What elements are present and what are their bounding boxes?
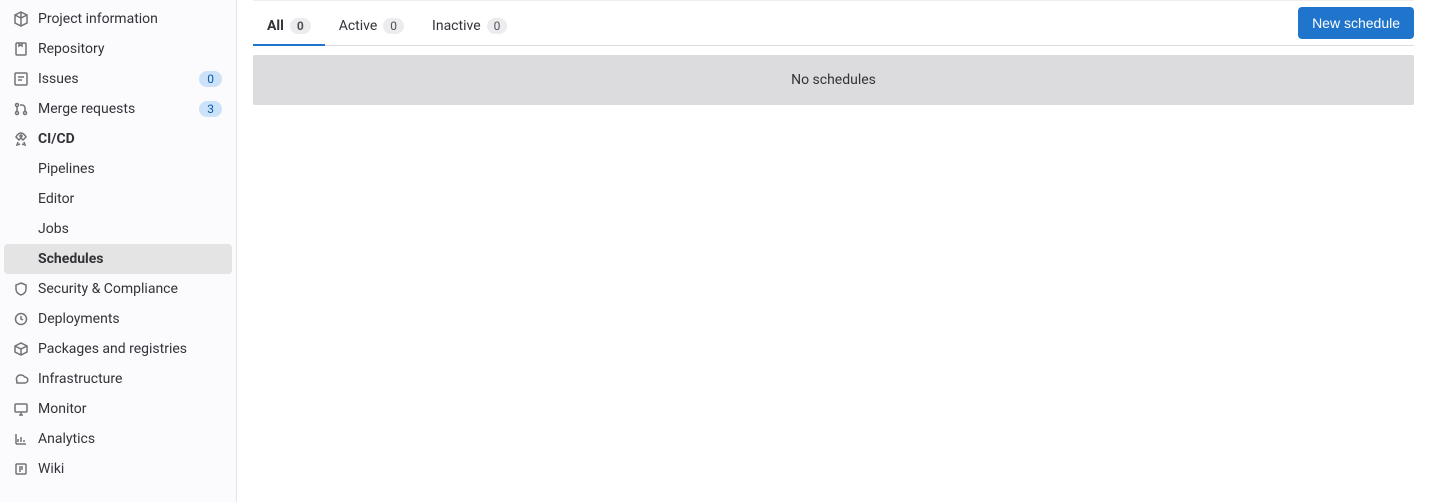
sidebar-item-repository[interactable]: Repository xyxy=(0,34,236,64)
repository-icon xyxy=(13,41,29,57)
analytics-icon xyxy=(13,431,29,447)
tab-inactive[interactable]: Inactive 0 xyxy=(418,7,521,45)
sidebar-item-label: Deployments xyxy=(38,311,222,327)
sidebar-item-security[interactable]: Security & Compliance xyxy=(0,274,236,304)
merge-requests-count-badge: 3 xyxy=(199,101,222,117)
issues-icon xyxy=(13,71,29,87)
tab-active[interactable]: Active 0 xyxy=(325,7,418,45)
tab-label: Inactive xyxy=(432,18,481,34)
sidebar-item-packages[interactable]: Packages and registries xyxy=(0,334,236,364)
sidebar-item-label: Infrastructure xyxy=(38,371,222,387)
sidebar-item-merge-requests[interactable]: Merge requests 3 xyxy=(0,94,236,124)
new-schedule-button[interactable]: New schedule xyxy=(1298,7,1414,39)
sidebar-item-monitor[interactable]: Monitor xyxy=(0,394,236,424)
sidebar-item-deployments[interactable]: Deployments xyxy=(0,304,236,334)
sidebar-item-label: Analytics xyxy=(38,431,222,447)
sidebar-item-infrastructure[interactable]: Infrastructure xyxy=(0,364,236,394)
merge-requests-icon xyxy=(13,101,29,117)
sidebar-item-issues[interactable]: Issues 0 xyxy=(0,64,236,94)
sidebar-item-label: Project information xyxy=(38,11,222,27)
sidebar-item-label: Monitor xyxy=(38,401,222,417)
tab-count-badge: 0 xyxy=(290,18,311,34)
monitor-icon xyxy=(13,401,29,417)
sidebar-subitem-label: Pipelines xyxy=(38,161,95,177)
wiki-icon xyxy=(13,461,29,477)
infrastructure-icon xyxy=(13,371,29,387)
sidebar-subitem-schedules[interactable]: Schedules xyxy=(4,244,232,274)
sidebar-item-cicd[interactable]: CI/CD xyxy=(0,124,236,154)
rocket-icon xyxy=(13,131,29,147)
sidebar-subitem-label: Editor xyxy=(38,191,74,207)
schedule-tabs: All 0 Active 0 Inactive 0 xyxy=(253,7,1298,45)
sidebar: Project information Repository Issues 0 … xyxy=(0,0,237,502)
sidebar-item-label: Wiki xyxy=(38,461,222,477)
tab-label: All xyxy=(267,18,284,34)
package-icon xyxy=(13,341,29,357)
tab-label: Active xyxy=(339,18,378,34)
sidebar-item-label: Security & Compliance xyxy=(38,281,222,297)
sidebar-item-label: Issues xyxy=(38,71,199,87)
sidebar-item-project-information[interactable]: Project information xyxy=(0,4,236,34)
deployments-icon xyxy=(13,311,29,327)
tab-all[interactable]: All 0 xyxy=(253,7,325,45)
sidebar-item-label: Packages and registries xyxy=(38,341,222,357)
tab-count-badge: 0 xyxy=(487,18,508,34)
sidebar-subitem-label: Schedules xyxy=(38,251,104,267)
sidebar-subitem-pipelines[interactable]: Pipelines xyxy=(0,154,236,184)
project-info-icon xyxy=(13,11,29,27)
issues-count-badge: 0 xyxy=(199,71,222,87)
tab-count-badge: 0 xyxy=(383,18,404,34)
empty-state: No schedules xyxy=(253,55,1414,105)
sidebar-subitem-editor[interactable]: Editor xyxy=(0,184,236,214)
sidebar-item-label: CI/CD xyxy=(38,131,222,147)
sidebar-item-analytics[interactable]: Analytics xyxy=(0,424,236,454)
shield-icon xyxy=(13,281,29,297)
main-content: All 0 Active 0 Inactive 0 New schedule N… xyxy=(237,0,1430,502)
sidebar-item-label: Merge requests xyxy=(38,101,199,117)
empty-state-text: No schedules xyxy=(791,72,876,88)
sidebar-item-label: Repository xyxy=(38,41,222,57)
sidebar-subitem-label: Jobs xyxy=(38,221,69,237)
sidebar-item-wiki[interactable]: Wiki xyxy=(0,454,236,484)
tabs-row: All 0 Active 0 Inactive 0 New schedule xyxy=(253,0,1414,46)
sidebar-subitem-jobs[interactable]: Jobs xyxy=(0,214,236,244)
